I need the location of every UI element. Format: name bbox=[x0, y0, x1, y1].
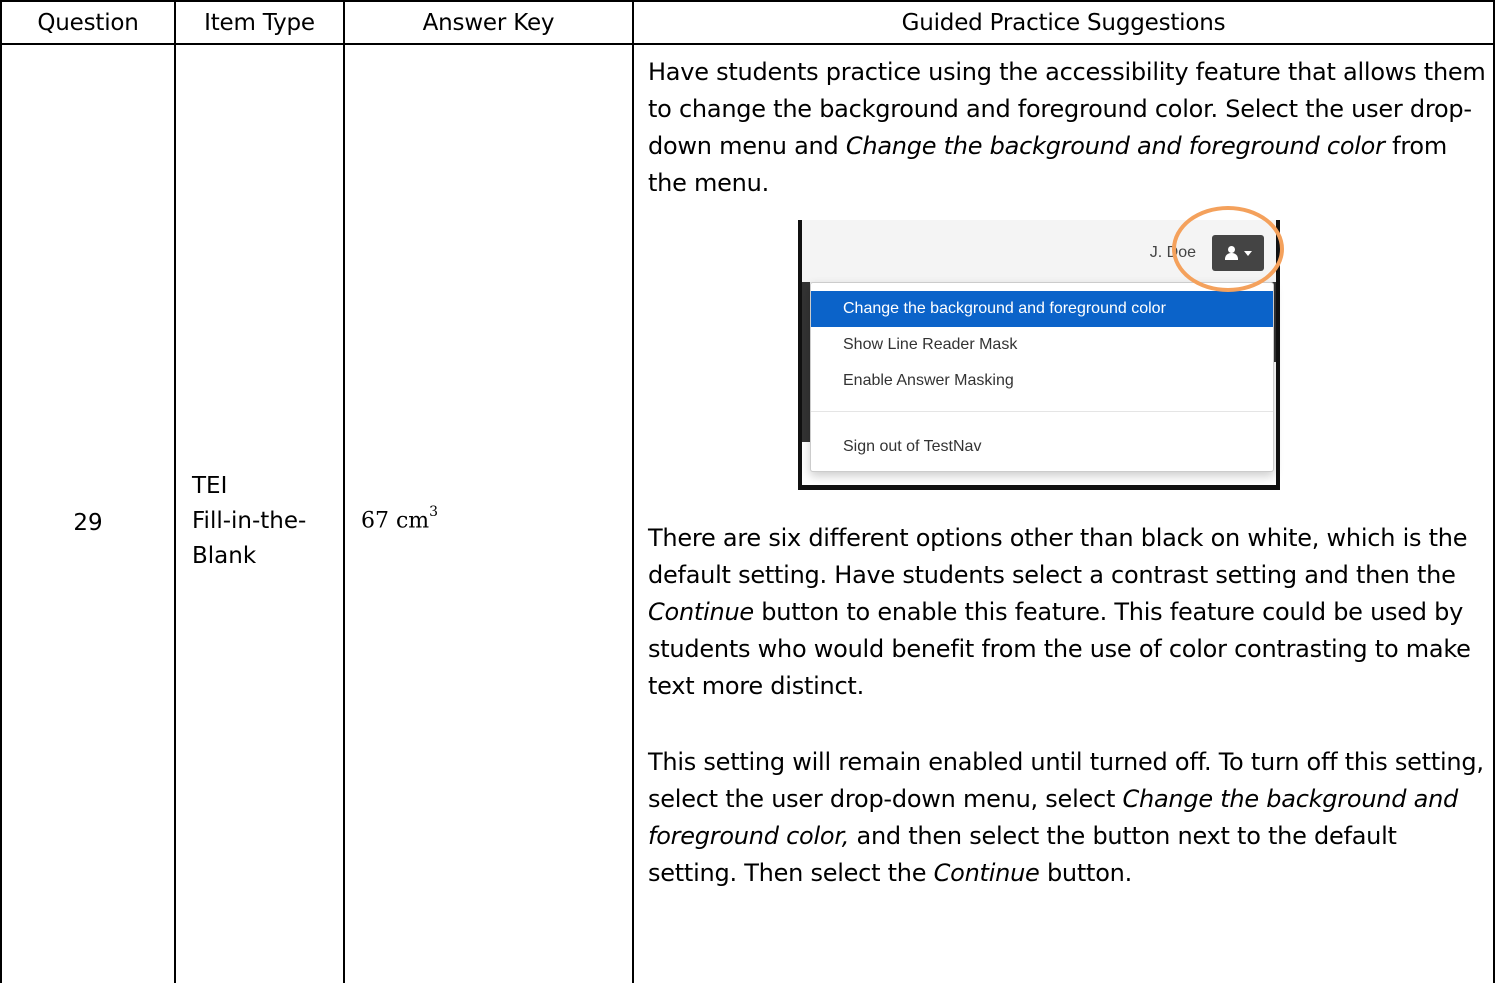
menu-item-answer-masking[interactable]: Enable Answer Masking bbox=[811, 363, 1273, 399]
menu-item-change-colors[interactable]: Change the background and foreground col… bbox=[811, 291, 1273, 327]
menu-divider bbox=[811, 411, 1273, 412]
col-border-3 bbox=[632, 0, 634, 983]
col-border-left bbox=[0, 0, 2, 983]
guided-emphasis: Continue bbox=[933, 859, 1040, 887]
guided-practice-table: Question Item Type Answer Key Guided Pra… bbox=[0, 0, 1495, 983]
guided-text: button. bbox=[1039, 859, 1132, 887]
guided-paragraph-1: Have students practice using the accessi… bbox=[648, 54, 1488, 202]
guided-emphasis: Continue bbox=[648, 598, 754, 626]
guided-text: button to enable this feature. This feat… bbox=[648, 598, 1471, 700]
guided-text: There are six different options other th… bbox=[648, 524, 1468, 589]
header-item-type: Item Type bbox=[204, 9, 315, 36]
header-bottom-border bbox=[0, 43, 1495, 45]
col-border-1 bbox=[174, 0, 176, 983]
user-dropdown-menu: Change the background and foreground col… bbox=[810, 282, 1274, 472]
header-question: Question bbox=[37, 9, 139, 36]
answer-key-value: 67 cm3 bbox=[361, 504, 439, 534]
col-border-2 bbox=[343, 0, 345, 983]
guided-emphasis: Change the background and foreground col… bbox=[845, 132, 1385, 160]
item-type-line: TEI bbox=[192, 473, 228, 499]
header-answer-key: Answer Key bbox=[422, 9, 555, 36]
guided-paragraph-3: This setting will remain enabled until t… bbox=[648, 744, 1488, 892]
answer-value: 67 cm bbox=[361, 508, 430, 534]
item-type-line: Blank bbox=[192, 543, 257, 569]
header-guided-practice: Guided Practice Suggestions bbox=[901, 9, 1226, 36]
item-type-line: Fill-in-the- bbox=[192, 508, 307, 534]
highlight-circle bbox=[1172, 206, 1284, 292]
item-type: TEI Fill-in-the- Blank bbox=[192, 469, 342, 574]
question-number: 29 bbox=[73, 510, 103, 536]
menu-item-sign-out[interactable]: Sign out of TestNav bbox=[811, 429, 1273, 465]
guided-paragraph-2: There are six different options other th… bbox=[648, 520, 1488, 705]
answer-exponent: 3 bbox=[429, 504, 439, 520]
menu-item-line-reader-mask[interactable]: Show Line Reader Mask bbox=[811, 327, 1273, 363]
screenshot-background-strip bbox=[802, 282, 810, 442]
